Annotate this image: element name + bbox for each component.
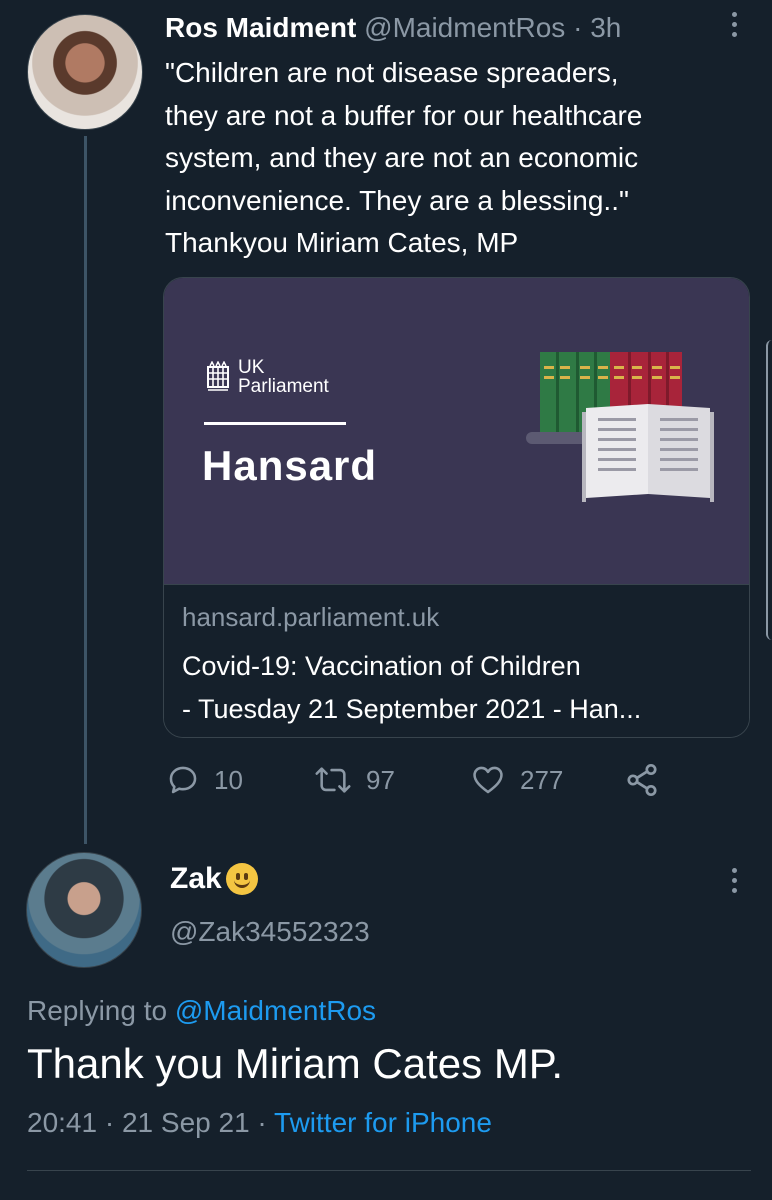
reply-timestamp: 20:41 · 21 Sep 21 · Twitter for iPhone	[27, 1107, 492, 1139]
share-button[interactable]	[624, 762, 674, 798]
card-title: Covid-19: Vaccination of Children - Tues…	[182, 645, 641, 731]
like-button[interactable]: 277	[470, 762, 563, 798]
card-title-line: Covid-19: Vaccination of Children	[182, 651, 581, 681]
reply-date[interactable]: 21 Sep 21	[122, 1107, 250, 1138]
tweet-time-ago[interactable]: 3h	[590, 12, 621, 43]
reply-author-name-row[interactable]: Zak	[170, 862, 258, 896]
brand-line-uk: UK	[238, 357, 265, 378]
reply-author-name: Zak	[170, 862, 222, 895]
divider	[27, 1170, 751, 1171]
reply-count: 10	[214, 764, 243, 795]
timestamp-separator: ·	[257, 1107, 267, 1138]
more-options-icon[interactable]	[720, 12, 748, 42]
tweet-text-line: they are not a buffer for our healthcare	[165, 99, 643, 131]
reply-author-handle[interactable]: @Zak34552323	[170, 916, 370, 948]
more-options-icon[interactable]	[720, 868, 748, 898]
avatar-ros-maidment[interactable]	[27, 14, 143, 130]
tweet-header: Ros Maidment @MaidmentRos · 3h	[165, 8, 621, 48]
reply-source-link[interactable]: Twitter for iPhone	[274, 1107, 492, 1138]
tweet-text-line: system, and they are not an economic	[165, 142, 639, 173]
replying-handle-link[interactable]: @MaidmentRos	[175, 995, 376, 1026]
card-title-line: - Tuesday 21 September 2021 - Han...	[182, 694, 642, 724]
like-icon	[473, 766, 503, 794]
like-count: 277	[520, 764, 564, 795]
tweet-text: "Children are not disease spreaders, the…	[165, 52, 745, 265]
card-image: UK Parliament Hansard	[164, 278, 749, 584]
retweet-count: 97	[366, 764, 395, 795]
brand-line-parliament: Parliament	[238, 376, 329, 397]
timestamp-separator: ·	[104, 1107, 115, 1138]
tweet-text-line: inconvenience. They are a blessing.."	[165, 184, 629, 216]
retweet-icon	[315, 767, 351, 793]
avatar-zak[interactable]	[26, 852, 142, 968]
reply-text: Thank you Miriam Cates MP.	[27, 1040, 564, 1087]
retweet-button[interactable]: 97	[314, 762, 395, 798]
smiley-emoji-icon	[225, 863, 258, 895]
reply-time[interactable]: 20:41	[27, 1107, 97, 1138]
scroll-edge-indicator	[766, 340, 772, 640]
portcullis-icon	[207, 361, 229, 391]
link-preview-card[interactable]: UK Parliament Hansard hansard.parliament…	[163, 277, 750, 738]
reply-icon	[169, 766, 197, 794]
tweet-text-line: "Children are not disease spreaders,	[165, 57, 619, 88]
uk-parliament-wordmark: UK Parliament	[238, 358, 329, 396]
books-illustration-icon	[526, 352, 714, 502]
reply-button[interactable]: 10	[166, 762, 243, 798]
header-separator: ·	[573, 12, 583, 43]
author-name[interactable]: Ros Maidment	[165, 12, 356, 43]
hansard-title: Hansard	[202, 442, 378, 489]
replying-to: Replying to @MaidmentRos	[27, 995, 376, 1027]
author-handle[interactable]: @MaidmentRos	[364, 12, 565, 43]
thread-connector-line	[84, 136, 87, 844]
card-domain: hansard.parliament.uk	[182, 602, 440, 632]
tweet-text-line: Thankyou Miriam Cates, MP	[165, 227, 519, 258]
title-divider	[204, 422, 346, 425]
replying-prefix: Replying to	[27, 995, 168, 1026]
share-icon	[627, 763, 657, 797]
card-footer: hansard.parliament.uk Covid-19: Vaccinat…	[164, 584, 749, 737]
